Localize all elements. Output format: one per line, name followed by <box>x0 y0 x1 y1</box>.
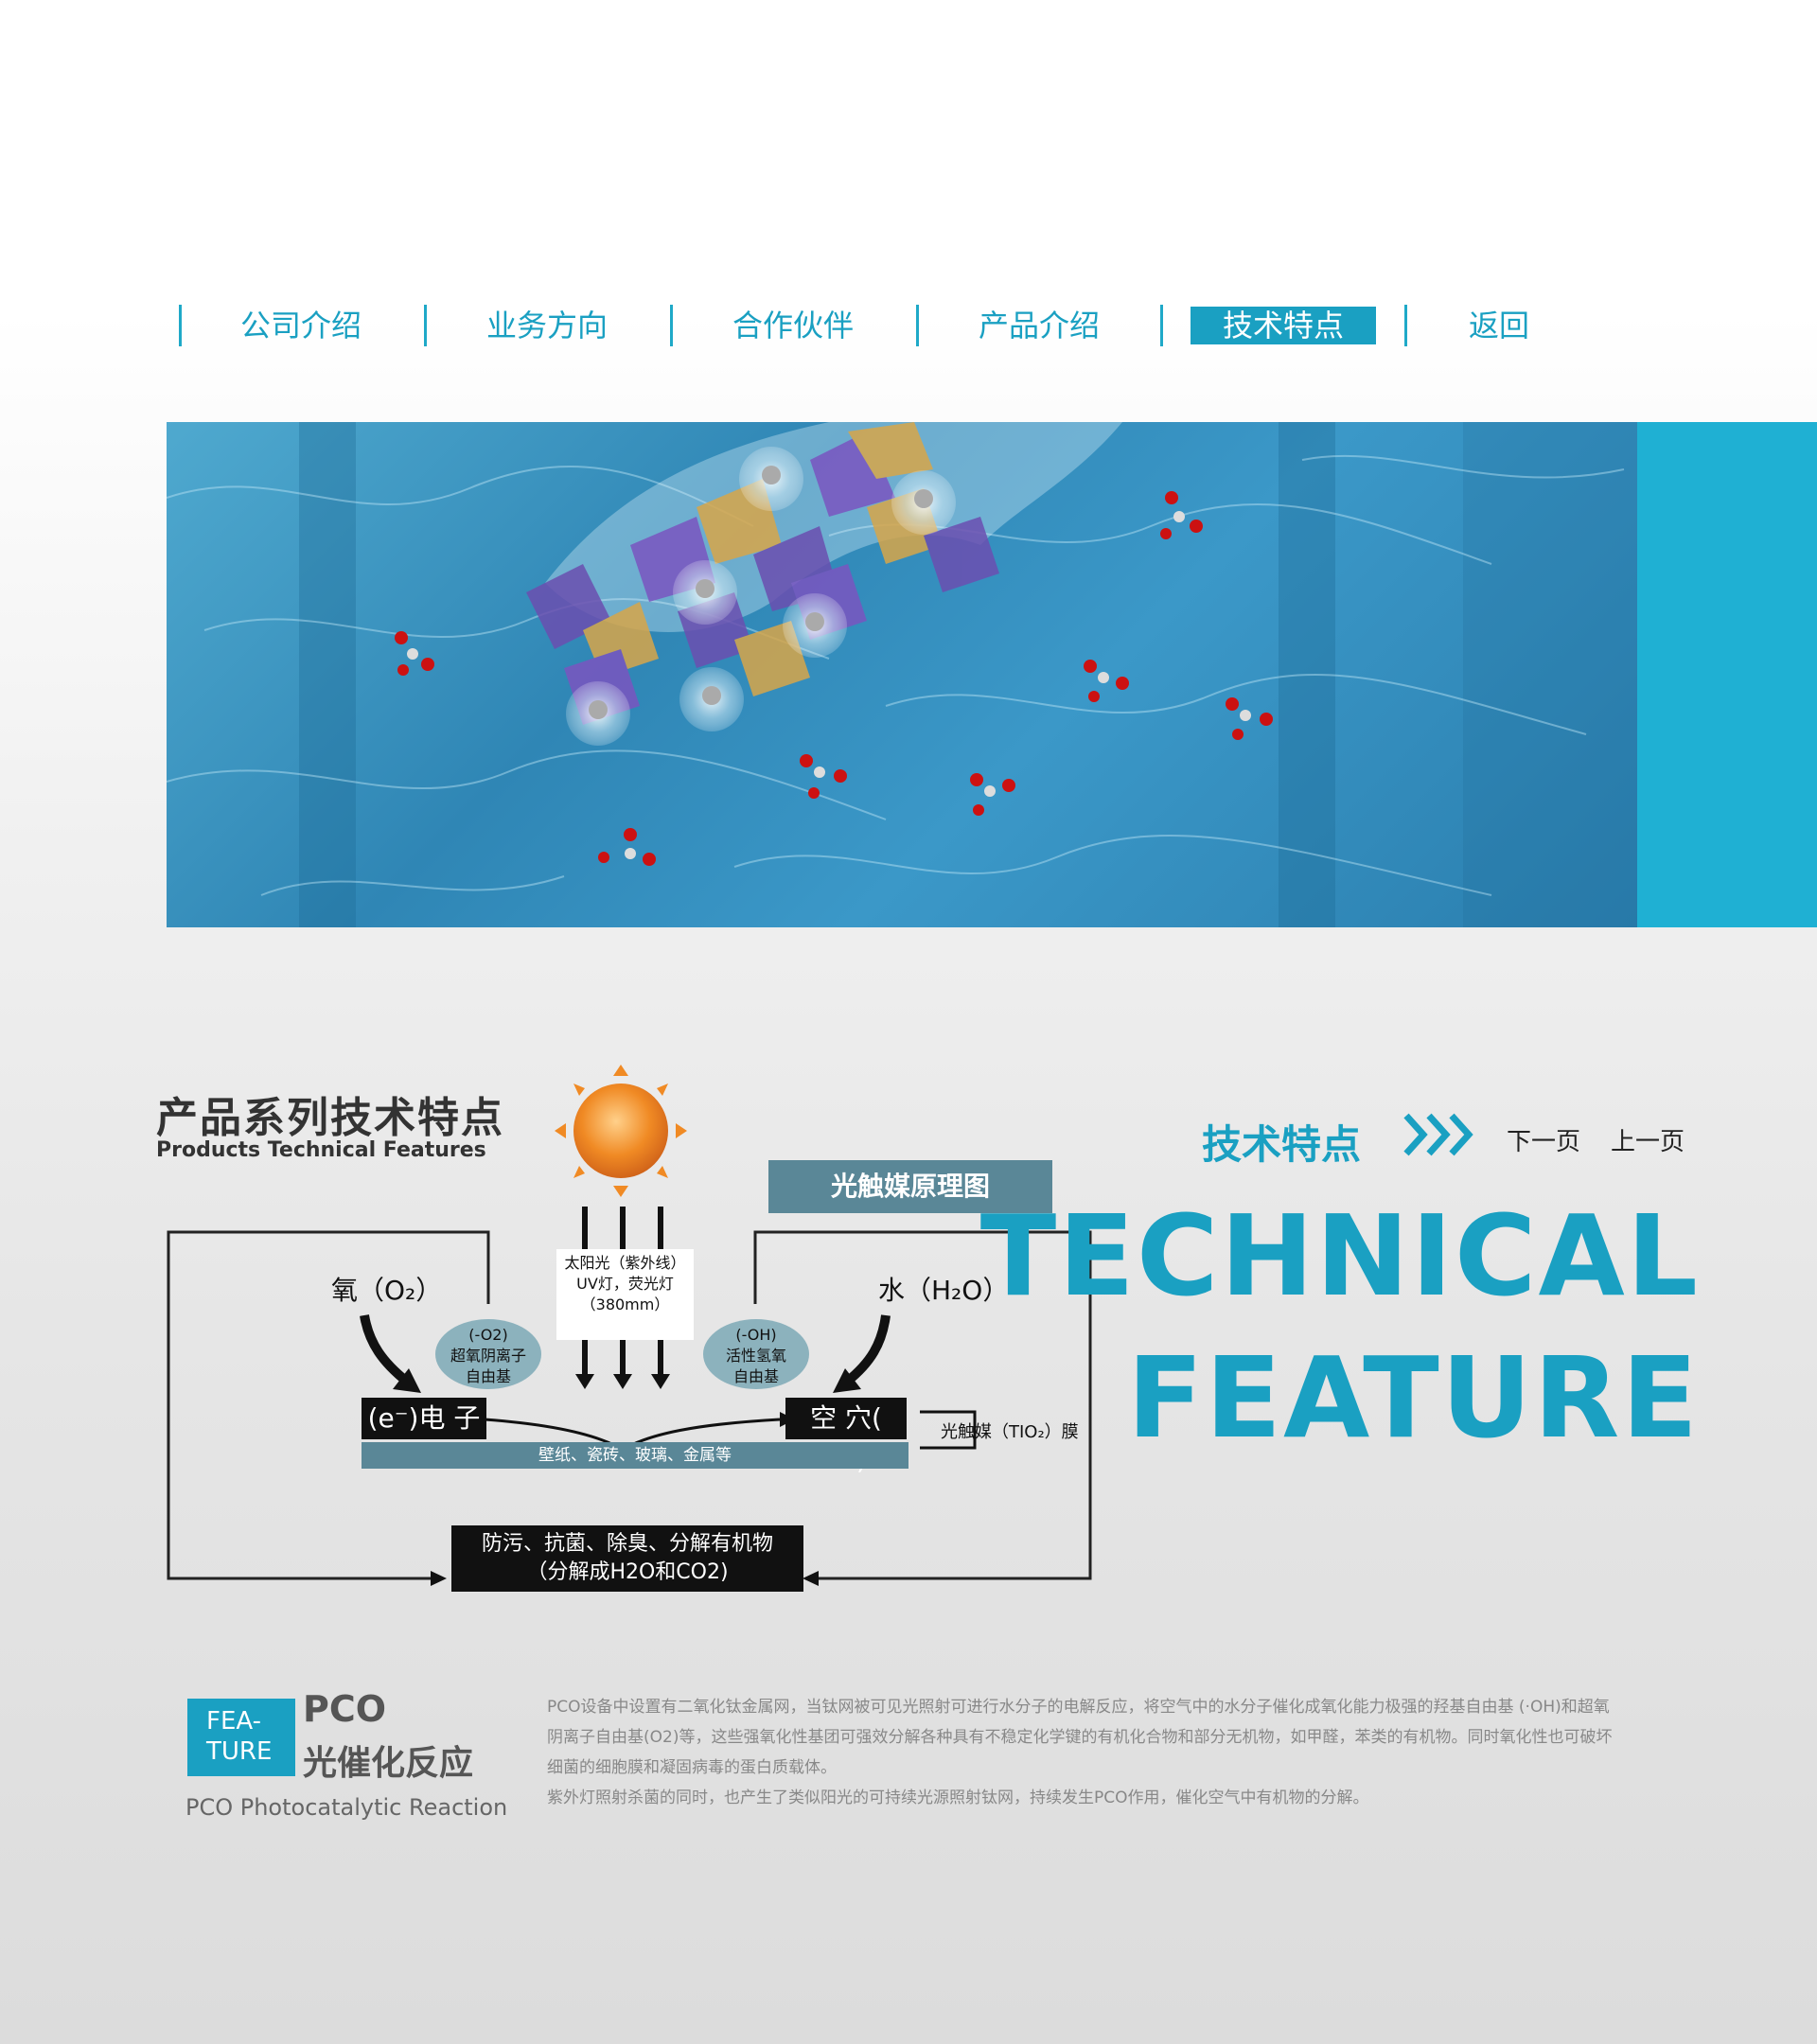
electron-box: (e⁻)电 子 <box>362 1398 486 1439</box>
nav-item-company[interactable]: 公司介绍 <box>208 307 394 344</box>
description-paragraph: 紫外灯照射杀菌的同时，也产生了类似阳光的可持续光源照射钛网，持续发生PCO作用，… <box>547 1788 1369 1807</box>
radical-line: (-O2) <box>468 1326 508 1344</box>
result-line: （分解成H2O和CO2) <box>526 1560 729 1584</box>
radical-line: 自由基 <box>465 1367 511 1385</box>
nav-item-back[interactable]: 返回 <box>1406 307 1592 344</box>
nav-separator <box>916 305 919 346</box>
radical-line: (-OH) <box>735 1326 777 1344</box>
result-line: 防污、抗菌、除臭、分解有机物 <box>481 1532 773 1556</box>
sunlight-label: 太阳光（紫外线） UV灯，荧光灯 （380mm） <box>556 1249 694 1340</box>
sunlight-line: （380mm） <box>580 1295 670 1313</box>
right-title: 技术特点 <box>1202 1121 1362 1168</box>
nav-separator <box>179 305 182 346</box>
sun-icon <box>555 1065 687 1197</box>
nav-item-partners[interactable]: 合作伙伴 <box>700 307 886 344</box>
hero-banner-image <box>167 422 1637 927</box>
photocatalyst-diagram: 光触媒原理图 太阳光（紫外线） UV灯，荧光灯 （380mm） 氧（O₂） 水（… <box>151 1060 1098 1609</box>
next-page-link[interactable]: 下一页 <box>1507 1122 1580 1157</box>
big-heading-line2: FEATURE <box>1126 1332 1700 1463</box>
radical-line: 自由基 <box>732 1367 779 1385</box>
chevrons-right-icon <box>1401 1110 1480 1163</box>
feature-description: PCO设备中设置有二氧化钛金属网，当钛网被可见光照射可进行水分子的电解反应，将空… <box>547 1692 1616 1813</box>
nav-separator <box>424 305 427 346</box>
film-label: 光触媒（TIO₂）膜 <box>941 1422 1079 1442</box>
nav-separator <box>1160 305 1163 346</box>
feature-badge: FEA- TURE <box>187 1699 295 1776</box>
feature-title-en: PCO Photocatalytic Reaction <box>185 1794 508 1821</box>
description-paragraph: PCO设备中设置有二氧化钛金属网，当钛网被可见光照射可进行水分子的电解反应，将空… <box>547 1698 1613 1777</box>
nav-separator <box>670 305 673 346</box>
prev-page-link[interactable]: 上一页 <box>1611 1122 1685 1157</box>
hole-box: 空 穴( h⁺) <box>785 1398 907 1475</box>
sunlight-line: 太阳光（紫外线） <box>564 1254 686 1272</box>
nav-item-tech-features[interactable]: 技术特点 <box>1191 307 1376 344</box>
feature-badge-line: TURE <box>206 1737 273 1766</box>
radical-line: 活性氢氧 <box>725 1347 786 1365</box>
radical-line: 超氧阴离子 <box>450 1347 526 1365</box>
result-box: 防污、抗菌、除臭、分解有机物 （分解成H2O和CO2) <box>451 1525 803 1592</box>
superoxide-radical-badge: (-O2) 超氧阴离子 自由基 <box>435 1319 541 1389</box>
nav-item-products[interactable]: 产品介绍 <box>946 307 1132 344</box>
water-molecule-illustration <box>167 422 1637 927</box>
feature-title-zh: 光催化反应 <box>303 1744 474 1783</box>
oxygen-label: 氧（O₂） <box>331 1275 443 1306</box>
big-heading-line1: TECHNICAL <box>979 1190 1700 1321</box>
banner-side-band <box>1637 422 1817 927</box>
nav-item-business[interactable]: 业务方向 <box>454 307 640 344</box>
sunlight-line: UV灯，荧光灯 <box>576 1275 674 1293</box>
top-nav: 公司介绍 业务方向 合作伙伴 产品介绍 技术特点 返回 <box>0 299 1817 352</box>
surface-bar: 壁纸、瓷砖、玻璃、金属等 <box>362 1442 908 1469</box>
hydroxyl-radical-badge: (-OH) 活性氢氧 自由基 <box>703 1319 809 1389</box>
feature-pco-title: PCO <box>303 1688 387 1730</box>
feature-badge-line: FEA- <box>206 1707 261 1736</box>
